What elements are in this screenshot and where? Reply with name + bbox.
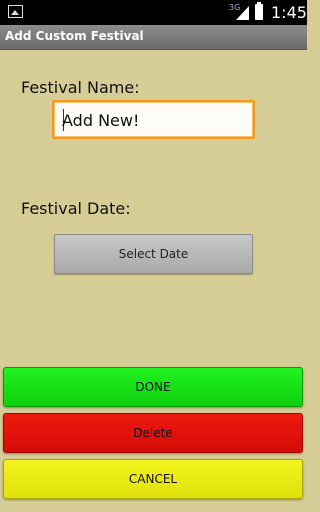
delete-button[interactable]: Delete [3, 413, 303, 453]
page-title: Add Custom Festival [5, 29, 144, 43]
festival-name-label: Festival Name: [21, 78, 140, 97]
signal-icon [236, 6, 249, 20]
festival-date-label: Festival Date: [21, 199, 131, 218]
festival-name-value: Add New! [62, 111, 140, 130]
status-time: 1:45 [271, 3, 307, 22]
image-notification-icon [8, 5, 23, 18]
title-bar: Add Custom Festival [0, 25, 307, 50]
battery-icon [255, 2, 263, 20]
cancel-button[interactable]: CANCEL [3, 459, 303, 499]
done-button[interactable]: DONE [3, 367, 303, 407]
select-date-button[interactable]: Select Date [54, 234, 253, 274]
festival-name-input[interactable]: Add New! [52, 100, 255, 139]
status-bar: 3G 1:45 [0, 0, 307, 25]
